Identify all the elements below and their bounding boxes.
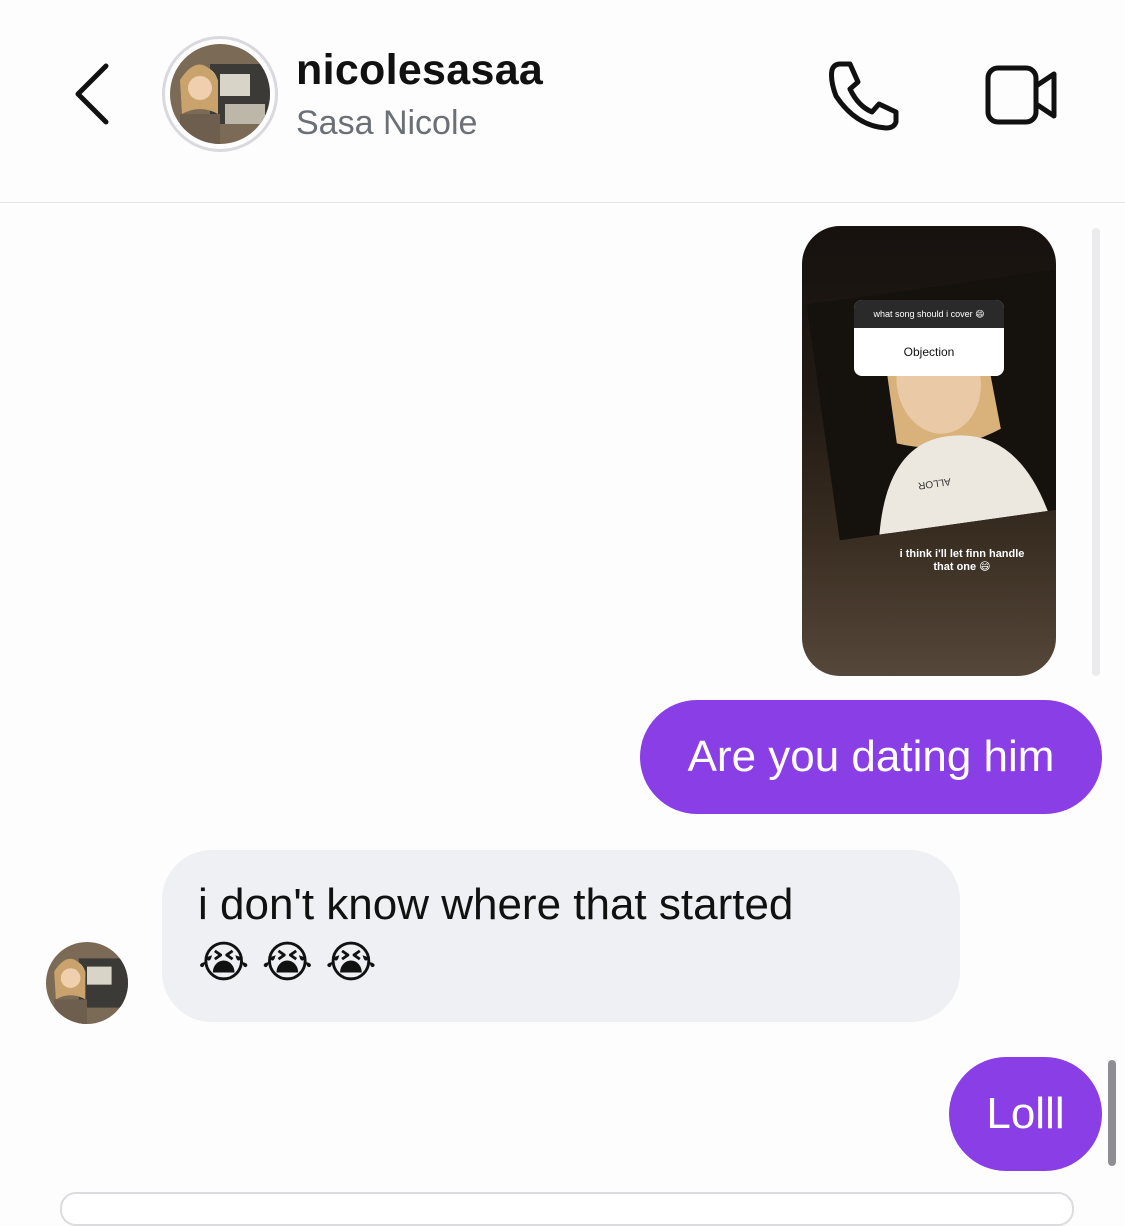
voice-call-button[interactable] bbox=[822, 56, 902, 136]
question-sticker: what song should i cover 😄 Objection bbox=[854, 300, 1004, 376]
header-username[interactable]: nicolesasaa bbox=[296, 46, 543, 95]
avatar-photo bbox=[170, 44, 270, 144]
header-full-name: Sasa Nicole bbox=[296, 104, 478, 142]
video-camera-icon bbox=[985, 65, 1057, 125]
outgoing-message[interactable]: Lolll bbox=[949, 1057, 1102, 1171]
scroll-thumb[interactable] bbox=[1108, 1060, 1116, 1166]
outgoing-message[interactable]: Are you dating him bbox=[640, 700, 1102, 814]
profile-avatar[interactable] bbox=[162, 36, 278, 152]
story-reply-card[interactable]: ALLOR what song should i cover 😄 Objecti… bbox=[802, 226, 1056, 676]
back-button[interactable] bbox=[62, 58, 122, 130]
question-answer: Objection bbox=[903, 345, 955, 359]
story-caption: i think i'll let finn handle that one 😄 bbox=[899, 548, 1025, 573]
incoming-message-text: i don't know where that started bbox=[198, 880, 794, 929]
incoming-message[interactable]: i don't know where that started 😭 😭 😭 bbox=[162, 850, 960, 1022]
scroll-track bbox=[1092, 228, 1100, 676]
question-text: what song should i cover 😄 bbox=[854, 300, 1004, 328]
chat-header: nicolesasaa Sasa Nicole bbox=[0, 0, 1125, 203]
video-call-button[interactable] bbox=[982, 60, 1062, 130]
crying-emoji-icon: 😭 😭 😭 bbox=[198, 938, 377, 987]
phone-icon bbox=[829, 61, 899, 131]
back-chevron-icon bbox=[75, 63, 109, 125]
message-composer[interactable] bbox=[60, 1192, 1074, 1226]
sender-avatar[interactable] bbox=[46, 942, 128, 1024]
